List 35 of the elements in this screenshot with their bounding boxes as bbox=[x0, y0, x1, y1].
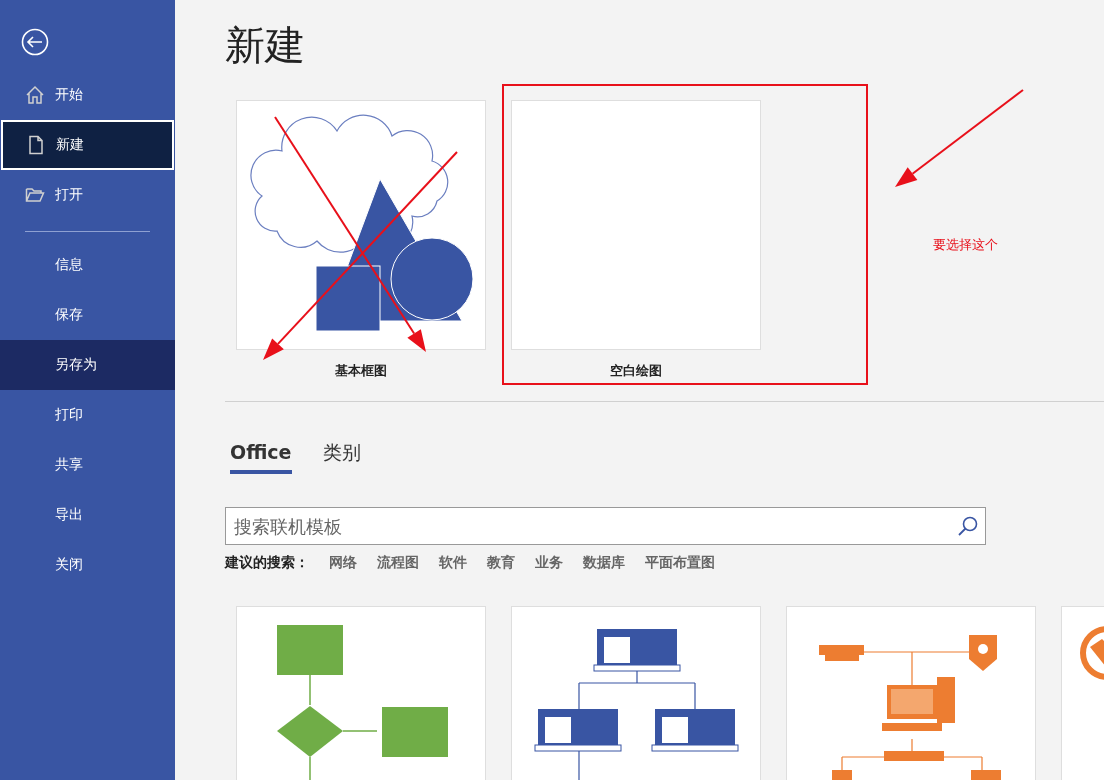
back-icon[interactable] bbox=[21, 28, 49, 56]
template-label: 空白绘图 bbox=[609, 362, 663, 380]
suggested-searches-label: 建议的搜索： bbox=[225, 554, 309, 572]
tab[interactable]: Office bbox=[230, 440, 292, 474]
tab[interactable]: 类别 bbox=[322, 440, 361, 474]
suggested-search-link[interactable]: 教育 bbox=[487, 554, 515, 572]
template-thumbnail[interactable] bbox=[236, 100, 486, 350]
home-icon bbox=[25, 85, 45, 105]
search-field[interactable]: 搜索联机模板 bbox=[225, 507, 986, 545]
sidebar-item[interactable]: 打印 bbox=[0, 390, 175, 440]
folder-icon bbox=[25, 185, 45, 205]
sidebar-item[interactable]: 打开 bbox=[0, 170, 175, 220]
template-thumbnail[interactable] bbox=[511, 100, 761, 350]
sidebar-item[interactable]: 开始 bbox=[0, 70, 175, 120]
template-label: 基本框图 bbox=[334, 362, 388, 380]
sidebar-item[interactable]: 关闭 bbox=[0, 540, 175, 590]
page-title: 新建 bbox=[225, 22, 305, 68]
search-icon[interactable] bbox=[957, 515, 979, 537]
suggested-search-link[interactable]: 业务 bbox=[535, 554, 563, 572]
sidebar-item[interactable]: 共享 bbox=[0, 440, 175, 490]
suggested-search-link[interactable]: 软件 bbox=[439, 554, 467, 572]
suggested-search-link[interactable]: 流程图 bbox=[377, 554, 419, 572]
sidebar-item[interactable]: 另存为 bbox=[0, 340, 175, 390]
template-thumbnail[interactable] bbox=[511, 606, 761, 780]
template-thumbnail[interactable] bbox=[786, 606, 1036, 780]
suggested-search-link[interactable]: 网络 bbox=[329, 554, 357, 572]
sidebar-item[interactable]: 信息 bbox=[0, 240, 175, 290]
document-icon bbox=[26, 135, 46, 155]
sidebar-item[interactable]: 导出 bbox=[0, 490, 175, 540]
sidebar-item[interactable]: 保存 bbox=[0, 290, 175, 340]
suggested-search-link[interactable]: 数据库 bbox=[583, 554, 625, 572]
annotation-note: 要选择这个 bbox=[933, 236, 998, 254]
template-thumbnail[interactable] bbox=[236, 606, 486, 780]
sidebar-item[interactable]: 新建 bbox=[1, 120, 174, 170]
suggested-search-link[interactable]: 平面布置图 bbox=[645, 554, 715, 572]
